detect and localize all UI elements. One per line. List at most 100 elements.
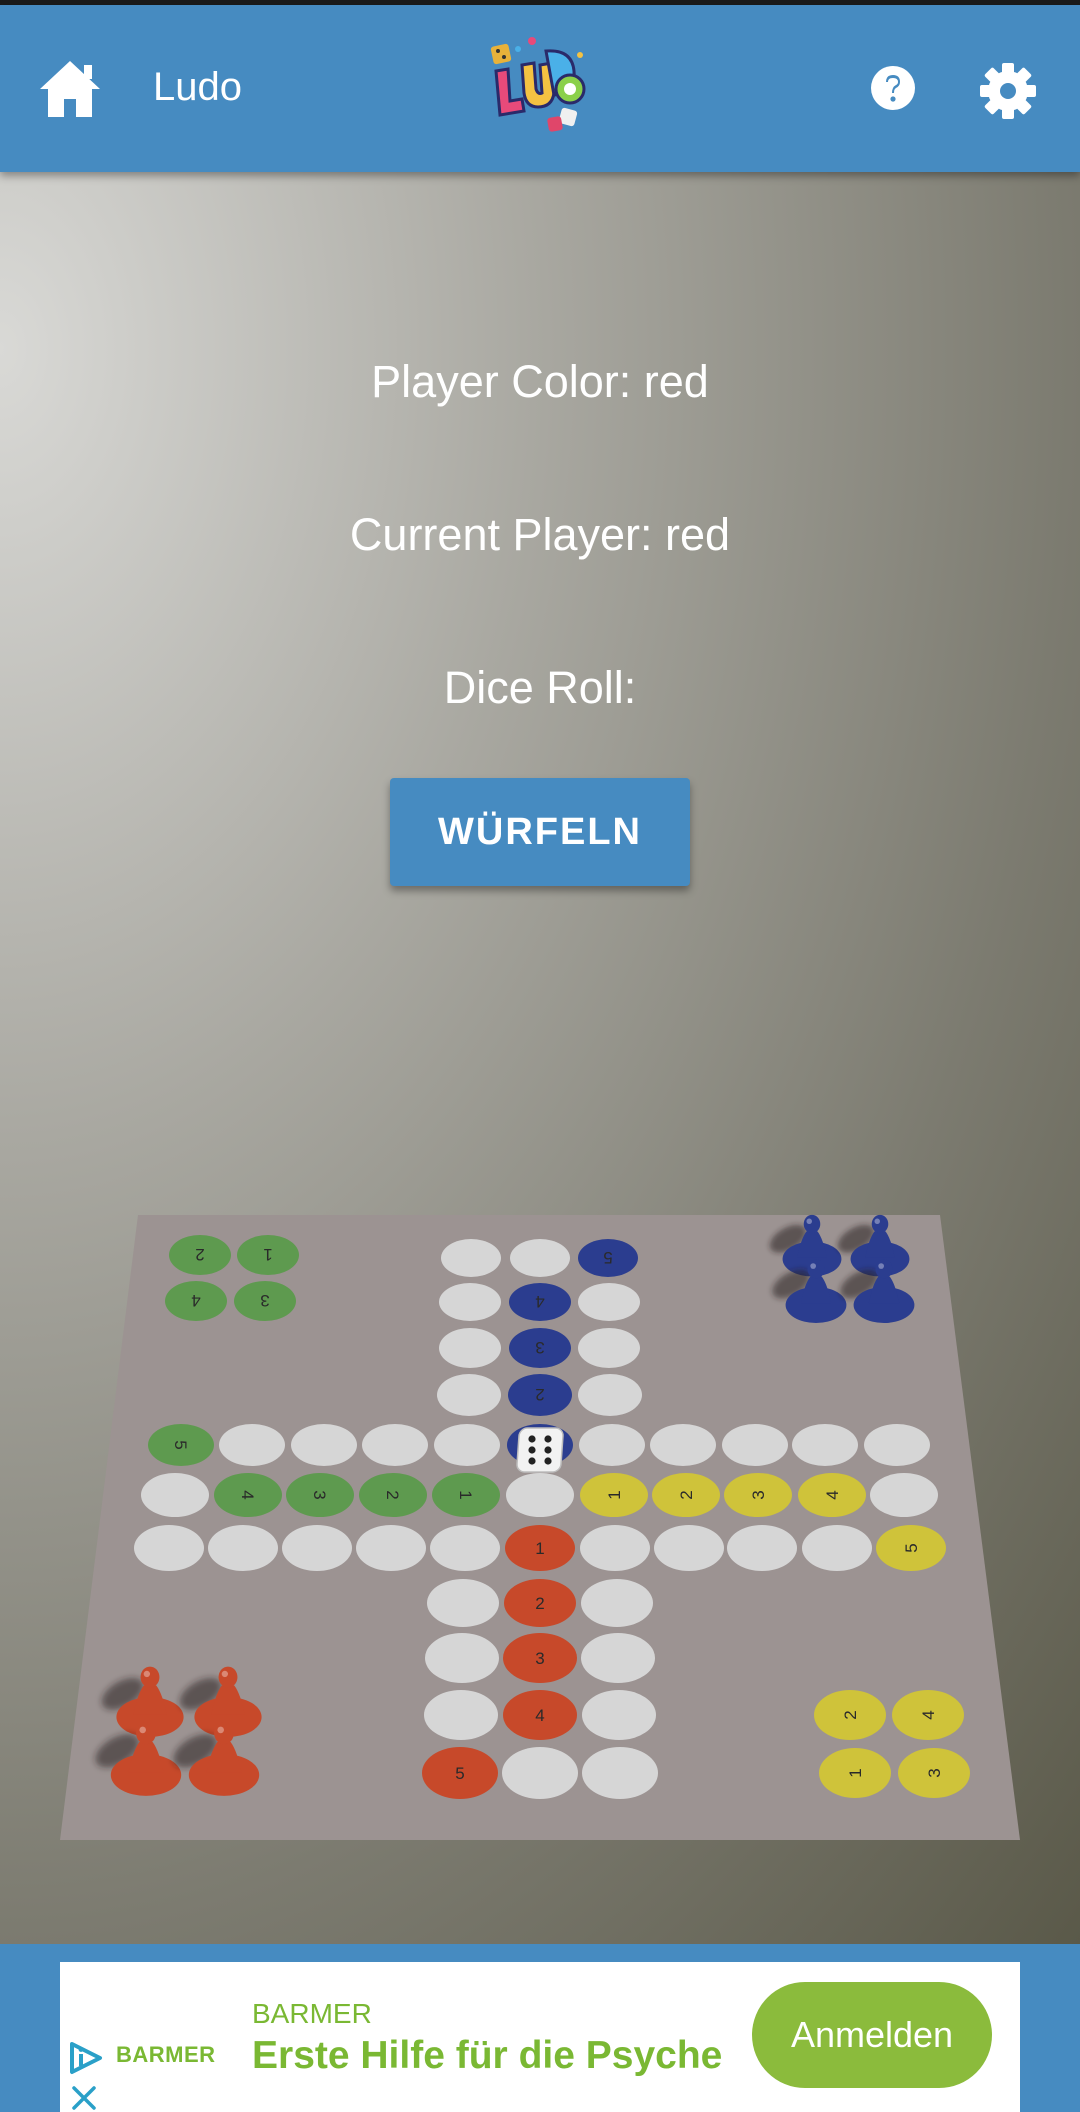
cell-label: 2 bbox=[535, 1594, 544, 1613]
home-cell-yellow[interactable]: 3 bbox=[898, 1748, 970, 1798]
board-cell[interactable] bbox=[439, 1328, 501, 1368]
board-cell[interactable] bbox=[581, 1633, 655, 1683]
board-cell[interactable] bbox=[578, 1328, 640, 1368]
cell-label: 1 bbox=[605, 1490, 624, 1499]
board-cell[interactable] bbox=[582, 1747, 658, 1799]
board-cell[interactable] bbox=[506, 1473, 574, 1517]
home-path-cell[interactable]: 4 bbox=[798, 1473, 866, 1517]
pawn-head bbox=[140, 1666, 160, 1688]
barmer-logo-icon bbox=[68, 2040, 104, 2076]
board-cell[interactable] bbox=[362, 1424, 428, 1466]
home-path-cell[interactable]: 2 bbox=[508, 1374, 572, 1416]
cell-shape bbox=[425, 1633, 499, 1683]
cell-label: 1 bbox=[846, 1768, 865, 1777]
ad-card[interactable]: BARMER BARMER Erste Hilfe für die Psyche… bbox=[60, 1962, 1020, 2112]
home-path-cell[interactable]: 3 bbox=[286, 1473, 354, 1517]
home-path-cell[interactable]: 3 bbox=[503, 1633, 577, 1683]
player-color-label: Player Color: red bbox=[371, 356, 709, 407]
cell-shape bbox=[430, 1525, 500, 1571]
cell-shape bbox=[654, 1525, 724, 1571]
dice-roll-label: Dice Roll: bbox=[443, 662, 637, 713]
board-cell[interactable] bbox=[792, 1424, 858, 1466]
cell-label: 5 bbox=[455, 1764, 464, 1783]
home-path-cell[interactable]: 3 bbox=[509, 1328, 571, 1368]
board-cell[interactable] bbox=[578, 1374, 642, 1416]
cell-label: 3 bbox=[535, 1649, 544, 1668]
home-cell-green[interactable]: 1 bbox=[237, 1235, 299, 1275]
board-cell[interactable] bbox=[441, 1239, 501, 1277]
ad-signup-button[interactable]: Anmelden bbox=[752, 1982, 992, 2088]
cell-label: 3 bbox=[925, 1768, 944, 1777]
board-cell[interactable] bbox=[579, 1424, 645, 1466]
board-cell[interactable] bbox=[134, 1525, 204, 1571]
board-cell[interactable] bbox=[291, 1424, 357, 1466]
app-bar: Ludo bbox=[0, 5, 1080, 172]
board-cell[interactable] bbox=[654, 1525, 724, 1571]
board-cell[interactable] bbox=[439, 1283, 501, 1321]
gear-icon[interactable] bbox=[980, 63, 1036, 119]
home-path-cell[interactable]: 4 bbox=[509, 1283, 571, 1321]
board-cell[interactable] bbox=[870, 1473, 938, 1517]
board-cell[interactable] bbox=[510, 1239, 570, 1277]
home-path-cell[interactable]: 5 bbox=[422, 1747, 498, 1799]
cell-shape bbox=[582, 1690, 656, 1740]
board-cell[interactable] bbox=[427, 1579, 499, 1627]
home-icon[interactable] bbox=[38, 57, 102, 121]
home-path-cell[interactable]: 5 bbox=[578, 1239, 638, 1277]
home-path-cell[interactable]: 2 bbox=[652, 1473, 720, 1517]
cell-shape bbox=[437, 1374, 501, 1416]
home-path-cell[interactable]: 1 bbox=[580, 1473, 648, 1517]
board-cell[interactable] bbox=[502, 1747, 578, 1799]
board-cell[interactable] bbox=[437, 1374, 501, 1416]
board-cell[interactable] bbox=[425, 1633, 499, 1683]
board-cell[interactable] bbox=[208, 1525, 278, 1571]
board-cell[interactable] bbox=[141, 1473, 209, 1517]
home-cell-green[interactable]: 4 bbox=[165, 1281, 227, 1321]
dice[interactable] bbox=[516, 1427, 564, 1473]
cell-shape bbox=[282, 1525, 352, 1571]
board-cell[interactable] bbox=[434, 1424, 500, 1466]
cell-label: 4 bbox=[535, 1706, 544, 1725]
board-cell[interactable] bbox=[864, 1424, 930, 1466]
board-cell[interactable] bbox=[219, 1424, 285, 1466]
home-path-cell[interactable]: 4 bbox=[214, 1473, 282, 1517]
help-icon[interactable] bbox=[870, 65, 916, 111]
cell-shape bbox=[580, 1525, 650, 1571]
board-cell[interactable] bbox=[727, 1525, 797, 1571]
cell-label: 4 bbox=[823, 1490, 842, 1499]
cell-label: 4 bbox=[238, 1490, 257, 1499]
home-path-cell[interactable]: 4 bbox=[503, 1690, 577, 1740]
home-cell-green[interactable]: 2 bbox=[169, 1235, 231, 1275]
board-cell[interactable] bbox=[802, 1525, 872, 1571]
home-path-cell[interactable]: 5 bbox=[876, 1525, 946, 1571]
close-icon[interactable] bbox=[70, 2084, 98, 2112]
home-cell-yellow[interactable]: 4 bbox=[892, 1690, 964, 1740]
home-path-cell[interactable]: 2 bbox=[359, 1473, 427, 1517]
home-cell-yellow[interactable]: 1 bbox=[819, 1748, 891, 1798]
cell-shape bbox=[439, 1328, 501, 1368]
board-cell[interactable] bbox=[650, 1424, 716, 1466]
home-path-cell[interactable]: 5 bbox=[148, 1424, 214, 1466]
board-cell[interactable] bbox=[578, 1283, 640, 1321]
home-path-cell[interactable]: 2 bbox=[504, 1579, 576, 1627]
home-path-cell[interactable]: 1 bbox=[432, 1473, 500, 1517]
roll-dice-button[interactable]: WÜRFELN bbox=[390, 778, 690, 886]
board-cell[interactable] bbox=[582, 1690, 656, 1740]
cell-label: 5 bbox=[171, 1440, 190, 1449]
cell-shape bbox=[578, 1283, 640, 1321]
board-cell[interactable] bbox=[430, 1525, 500, 1571]
cell-shape bbox=[502, 1747, 578, 1799]
home-cell-yellow[interactable]: 2 bbox=[814, 1690, 886, 1740]
board-cell[interactable] bbox=[581, 1579, 653, 1627]
board-cell[interactable] bbox=[580, 1525, 650, 1571]
board-cell[interactable] bbox=[722, 1424, 788, 1466]
board-cell[interactable] bbox=[356, 1525, 426, 1571]
home-cell-green[interactable]: 3 bbox=[234, 1281, 296, 1321]
board-cell[interactable] bbox=[424, 1690, 498, 1740]
home-path-cell[interactable]: 3 bbox=[724, 1473, 792, 1517]
ludo-board[interactable]: 5 4 3 2 5 4 3 2 1 1 2 3 4 1 5 2 3 4 5 2 1 4 3 2 4 1 3 bbox=[0, 1195, 1080, 1870]
home-path-cell[interactable]: 1 bbox=[505, 1525, 575, 1571]
cell-label: 1 bbox=[263, 1245, 272, 1264]
pawn-highlight bbox=[810, 1263, 816, 1269]
board-cell[interactable] bbox=[282, 1525, 352, 1571]
